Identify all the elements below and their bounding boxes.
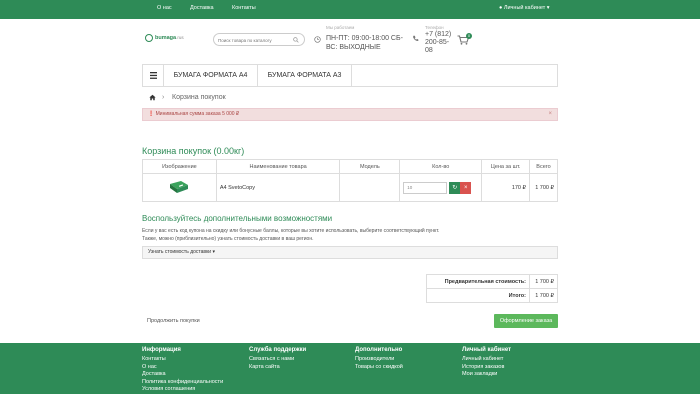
continue-shopping-link[interactable]: Продолжить покупки — [147, 318, 200, 324]
top-bar: О нас Доставка Контакты ● Личный кабинет… — [0, 0, 700, 19]
footer-link[interactable]: Товары со скидкой — [355, 364, 403, 372]
hamburger-icon — [150, 72, 157, 79]
menu-toggle-button[interactable] — [143, 65, 164, 86]
shipping-estimate-toggle[interactable]: Узнать стоимость доставки ▾ — [142, 246, 558, 259]
search-box — [213, 33, 305, 46]
shipping-estimate-label: Узнать стоимость доставки — [148, 249, 212, 255]
phone-label: Телефон — [425, 25, 444, 30]
phone-icon — [413, 35, 419, 41]
footer-heading: Информация — [142, 347, 181, 353]
extras-text-line-1: Если у вас есть код купона на скидку или… — [142, 228, 440, 234]
footer-link[interactable]: О нас — [142, 364, 223, 372]
home-icon[interactable] — [149, 94, 156, 101]
caret-down-icon: ▾ — [212, 249, 215, 255]
table-row: Предварительная стоимость: 1 700 ₽ — [426, 274, 558, 289]
table-row: Итого: 1 700 ₽ — [426, 288, 558, 303]
total-label: Итого: — [426, 288, 530, 303]
user-icon: ● — [499, 5, 503, 11]
hours-label: Мы работаем — [326, 25, 355, 30]
footer-heading: Личный кабинет — [462, 347, 512, 353]
clock-icon — [314, 36, 321, 43]
footer-link[interactable]: Карта сайта — [249, 364, 306, 372]
category-menu: БУМАГА ФОРМАТА А4 БУМАГА ФОРМАТА А3 — [142, 64, 558, 87]
quantity-input[interactable] — [403, 181, 448, 194]
site-logo[interactable]: bumaga.rus — [145, 34, 184, 42]
footer-link[interactable]: История заказов — [462, 364, 511, 372]
subtotal-value: 1 700 ₽ — [529, 274, 558, 289]
menu-item-a3[interactable]: БУМАГА ФОРМАТА А3 — [258, 65, 352, 86]
product-model — [339, 173, 401, 202]
extras-text-line-2: Также, можно (приблизительно) узнать сто… — [142, 236, 314, 242]
logo-suffix: .rus — [176, 35, 184, 40]
footer-column-support: Служба поддержки Связаться с нами Карта … — [249, 347, 306, 371]
footer-heading: Служба поддержки — [249, 347, 307, 353]
table-header-row: Изображение Наименование товара Модель К… — [142, 159, 558, 174]
nav-link-contacts[interactable]: Контакты — [232, 5, 256, 11]
logo-icon — [145, 34, 153, 42]
close-icon[interactable]: × — [548, 109, 552, 120]
product-name-link[interactable]: A4 SvetoCopy — [215, 173, 341, 202]
caret-down-icon: ▾ — [546, 5, 550, 11]
extras-description: Если у вас есть код купона на скидку или… — [142, 227, 562, 243]
search-icon[interactable] — [293, 37, 299, 43]
site-footer: Информация Контакты О нас Доставка Полит… — [0, 343, 700, 394]
checkout-button[interactable]: Оформление заказа — [494, 314, 558, 328]
working-hours: ПН-ПТ: 09:00-18:00 СБ-ВС: ВЫХОДНЫЕ — [326, 35, 403, 51]
column-header-qty: Кол-во — [399, 159, 483, 174]
column-header-image: Изображение — [142, 159, 217, 174]
cart-count-badge: 0 — [466, 33, 472, 39]
footer-column-info: Информация Контакты О нас Доставка Полит… — [142, 347, 223, 394]
footer-link[interactable]: Контакты — [142, 356, 223, 364]
alert-text: Минимальная сумма заказа 5 000 ₽ — [155, 111, 240, 117]
footer-link[interactable]: Условия соглашения — [142, 386, 223, 394]
total-value: 1 700 ₽ — [529, 288, 558, 303]
breadcrumb-current: Корзина покупок — [172, 94, 226, 101]
footer-column-account: Личный кабинет Личный кабинет История за… — [462, 347, 511, 379]
column-header-name: Наименование товара — [215, 159, 341, 174]
footer-link[interactable]: Доставка — [142, 371, 223, 379]
footer-link[interactable]: Политика конфиденциальности — [142, 379, 223, 387]
footer-link[interactable]: Мои закладки — [462, 371, 511, 379]
product-image[interactable] — [168, 180, 190, 194]
footer-link[interactable]: Личный кабинет — [462, 356, 511, 364]
product-image-cell — [142, 173, 217, 202]
footer-link[interactable]: Связаться с нами — [249, 356, 306, 364]
unit-price: 170 ₽ — [481, 173, 531, 202]
footer-heading: Дополнительно — [355, 347, 403, 353]
column-header-model: Модель — [339, 159, 401, 174]
min-order-alert: ❗ Минимальная сумма заказа 5 000 ₽ × — [142, 108, 558, 121]
subtotal-label: Предварительная стоимость: — [426, 274, 530, 289]
phone-number[interactable]: +7 (812) 200-85-08 — [425, 31, 453, 55]
row-total: 1 700 ₽ — [529, 173, 558, 202]
refresh-icon[interactable]: ↻ — [449, 181, 461, 194]
account-menu[interactable]: ● Личный кабинет ▾ — [499, 5, 550, 11]
nav-link-about[interactable]: О нас — [157, 5, 172, 11]
table-row: A4 SvetoCopy ↻× 170 ₽ 1 700 ₽ — [142, 173, 558, 202]
cart-table: Изображение Наименование товара Модель К… — [142, 159, 558, 202]
column-header-total: Всего — [529, 159, 558, 174]
remove-icon[interactable]: × — [460, 181, 472, 194]
menu-item-a4[interactable]: БУМАГА ФОРМАТА А4 — [164, 65, 258, 86]
column-header-price: Цена за шт. — [481, 159, 531, 174]
footer-link[interactable]: Производители — [355, 356, 403, 364]
page-title: Корзина покупок (0.00кг) — [142, 146, 245, 156]
breadcrumb-separator-icon: › — [162, 94, 165, 101]
qty-cell: ↻× — [399, 173, 483, 202]
nav-link-delivery[interactable]: Доставка — [190, 5, 214, 11]
extras-heading: Воспользуйтесь дополнительными возможнос… — [142, 214, 333, 223]
totals-table: Предварительная стоимость: 1 700 ₽ Итого… — [426, 274, 558, 303]
search-input[interactable] — [218, 36, 290, 44]
logo-text: bumaga — [155, 35, 177, 41]
account-menu-label: Личный кабинет — [503, 5, 546, 11]
alert-icon: ❗ — [148, 111, 155, 117]
footer-column-extra: Дополнительно Производители Товары со ск… — [355, 347, 403, 371]
